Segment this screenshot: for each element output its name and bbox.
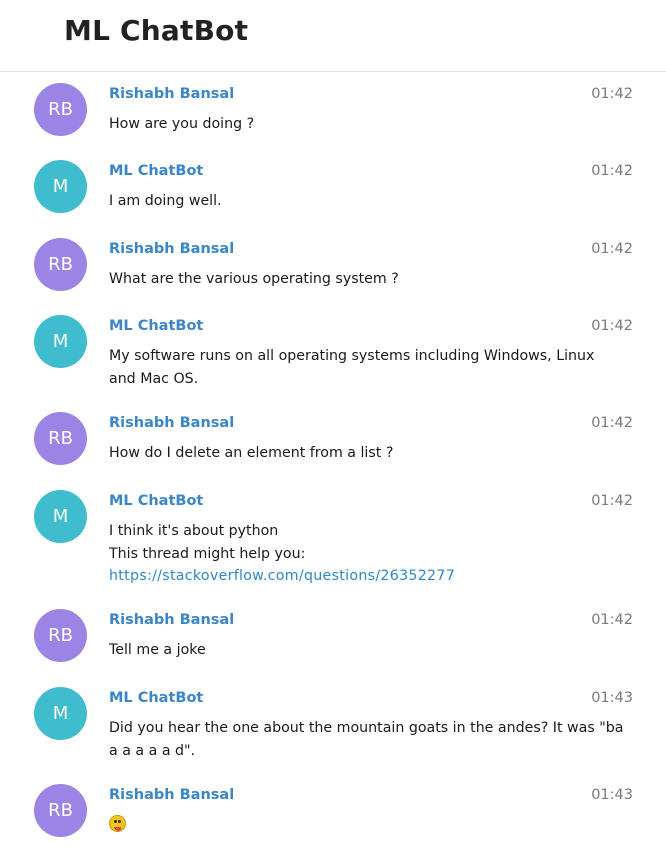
message-time: 01:43 — [591, 690, 633, 706]
chat-header: ML ChatBot — [0, 0, 666, 72]
message-line: Did you hear the one about the mountain … — [109, 720, 624, 736]
message-line: a a a a a d". — [109, 742, 196, 759]
avatar: M — [34, 490, 87, 543]
message-text: Did you hear the one about the mountain … — [109, 717, 634, 762]
message-line: What are the various operating system ? — [109, 271, 399, 287]
message-time: 01:42 — [591, 612, 633, 628]
message-text: How do I delete an element from a list ? — [109, 442, 634, 465]
stuck-out-tongue-face-icon — [109, 815, 126, 832]
message-text: My software runs on all operating system… — [109, 345, 634, 390]
avatar: RB — [34, 83, 87, 136]
message-link[interactable]: https://stackoverflow.com/questions/2635… — [109, 565, 634, 588]
sender-name: ML ChatBot — [109, 690, 204, 706]
message-time: 01:43 — [591, 787, 633, 803]
message-line: How are you doing ? — [109, 116, 255, 132]
avatar: M — [34, 687, 87, 740]
message-line: and Mac OS. — [109, 370, 199, 387]
message-text: I am doing well. — [109, 190, 634, 213]
message-line: This thread might help you: — [109, 545, 306, 562]
sender-name: ML ChatBot — [109, 163, 204, 179]
avatar: RB — [34, 238, 87, 291]
message-time: 01:42 — [591, 86, 633, 102]
message-line: I am doing well. — [109, 193, 222, 209]
avatar: RB — [34, 609, 87, 662]
message-time: 01:42 — [591, 493, 633, 509]
message-line: Tell me a joke — [109, 642, 206, 658]
message-time: 01:42 — [591, 163, 633, 179]
sender-name: Rishabh Bansal — [109, 86, 235, 102]
sender-name: Rishabh Bansal — [109, 612, 235, 628]
sender-name: ML ChatBot — [109, 318, 204, 334]
sender-name: Rishabh Bansal — [109, 415, 235, 431]
message-time: 01:42 — [591, 241, 633, 257]
message-time: 01:42 — [591, 318, 633, 334]
sender-name: Rishabh Bansal — [109, 787, 235, 803]
page-title: ML ChatBot — [64, 14, 249, 47]
avatar: M — [34, 315, 87, 368]
message-text: I think it's about python This thread mi… — [109, 520, 634, 588]
message-text: What are the various operating system ? — [109, 268, 634, 291]
avatar: M — [34, 160, 87, 213]
message-text — [109, 814, 634, 837]
message-line: How do I delete an element from a list ? — [109, 445, 394, 461]
message-line: I think it's about python — [109, 523, 279, 539]
avatar: RB — [34, 784, 87, 837]
sender-name: Rishabh Bansal — [109, 241, 235, 257]
avatar: RB — [34, 412, 87, 465]
message-text: Tell me a joke — [109, 639, 634, 662]
message-text: How are you doing ? — [109, 113, 634, 136]
sender-name: ML ChatBot — [109, 493, 204, 509]
message-time: 01:42 — [591, 415, 633, 431]
message-line: My software runs on all operating system… — [109, 348, 595, 364]
